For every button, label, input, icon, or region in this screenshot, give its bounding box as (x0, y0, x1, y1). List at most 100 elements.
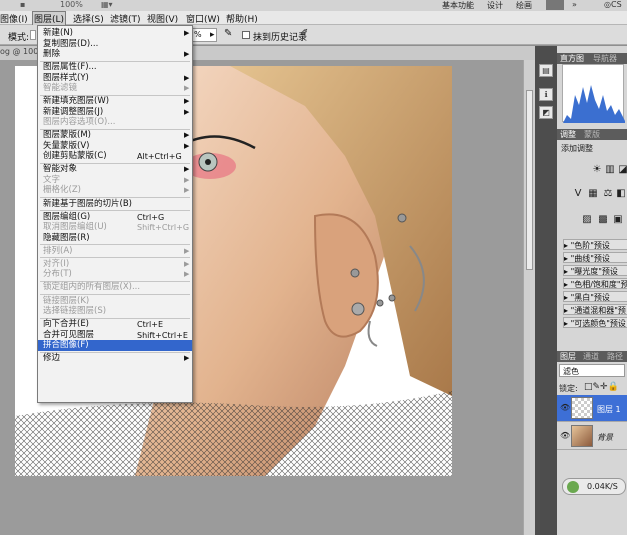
layer-menu-item[interactable]: 图层编组(G) Ctrl+G (38, 212, 192, 223)
zoom-dropdown[interactable]: 100% (60, 0, 83, 9)
layer-menu-item[interactable]: 取消图层编组(U) Shift+Ctrl+G (38, 222, 192, 233)
layer-menu-item[interactable]: 拼合图像(F) (38, 340, 192, 352)
layer-menu-dropdown: 新建(N) ▶ 复制图层(D)... 删除 ▶ 图层属性(F)... 图层样式(Y) ▶ 智能滤… (37, 25, 193, 403)
menu-item-label: 栅格化(Z) (43, 185, 81, 196)
layer-menu-item[interactable]: 修边 ▶ (38, 353, 192, 364)
layer-menu-item[interactable]: 锁定组内的所有图层(X)... (38, 282, 192, 293)
layer-menu-item[interactable]: 链接图层(K) (38, 296, 192, 307)
layer-menu-item[interactable]: 图层蒙版(M) ▶ (38, 130, 192, 141)
preset-channel-mixer[interactable]: ▸ "通道混和器"预 (563, 304, 627, 315)
histogram-panel-icon[interactable]: ▤ (539, 64, 553, 77)
erase-history-checkbox[interactable] (242, 31, 250, 39)
menu-view[interactable]: 视图(V) (147, 12, 178, 25)
menu-item-label: 图层样式(Y) (43, 72, 89, 83)
tab-channels[interactable]: 通道 (583, 351, 599, 362)
color-balance-icon[interactable]: ⚖ (602, 188, 614, 200)
workspace-design[interactable]: 设计 (487, 0, 503, 11)
layer-row-background[interactable]: 👁 背景 (557, 423, 627, 450)
workspace-more-button[interactable] (546, 0, 564, 10)
eye-icon[interactable]: 👁 (560, 403, 570, 413)
tab-paths[interactable]: 路径 (607, 351, 623, 362)
menu-select[interactable]: 选择(S) (73, 12, 104, 25)
layers-tab-bar: 图层 通道 路径 (557, 351, 627, 362)
eye-icon[interactable]: 👁 (560, 431, 570, 441)
layer-menu-item[interactable]: 删除 ▶ (38, 49, 192, 60)
menu-item-label: 隐藏图层(R) (43, 232, 90, 243)
layer-menu-item[interactable]: 向下合并(E) Ctrl+E (38, 319, 192, 330)
layer-menu-item[interactable]: 新建填充图层(W) ▶ (38, 96, 192, 107)
layer-thumbnail (571, 397, 593, 419)
preset-levels[interactable]: ▸ "色阶"预设 (563, 239, 627, 250)
layer-menu-item[interactable]: 排列(A) ▶ (38, 246, 192, 257)
dropdown-arrow-icon[interactable]: ▸ (210, 30, 215, 40)
gradient-map-icon[interactable]: ▣ (612, 214, 624, 226)
workspace-painting[interactable]: 绘画 (516, 0, 532, 11)
layer-menu-item[interactable]: 复制图层(D)... (38, 39, 192, 50)
photo-filter-icon[interactable]: ▨ (581, 214, 593, 226)
layer-menu-item[interactable]: 选择链接图层(S) (38, 306, 192, 317)
menu-help[interactable]: 帮助(H) (226, 12, 258, 25)
vibrance-icon[interactable]: V (572, 188, 584, 200)
blend-mode-select[interactable]: 滤色 (559, 364, 625, 377)
menu-item-shortcut: Ctrl+G (137, 212, 165, 222)
tab-navigator[interactable]: 导航器 (593, 53, 617, 64)
layer-menu-item[interactable]: 智能滤镜 ▶ (38, 83, 192, 94)
layer-menu-item[interactable]: 图层样式(Y) ▶ (38, 73, 192, 84)
expand-icon[interactable]: » (572, 0, 577, 9)
menu-layer[interactable]: 图层(L) (32, 11, 67, 26)
airbrush-icon[interactable]: ✎ (224, 28, 232, 39)
layer-menu-item[interactable]: 合并可见图层 Shift+Ctrl+E (38, 330, 192, 341)
menu-filter[interactable]: 滤镜(T) (110, 12, 141, 25)
brightness-icon[interactable]: ☀ (591, 164, 603, 176)
menu-image[interactable]: 图像(I) (0, 12, 28, 25)
arrange-docs-icon[interactable]: ▦▾ (101, 0, 113, 9)
menu-item-label: 选择链接图层(S) (43, 306, 107, 316)
preset-curves[interactable]: ▸ "曲线"预设 (563, 252, 627, 263)
mode-select[interactable] (30, 30, 36, 40)
layer-menu-item[interactable]: 新建基于图层的切片(B) (38, 199, 192, 210)
layer-menu-item[interactable]: 创建剪贴蒙版(C) Alt+Ctrl+G (38, 151, 192, 162)
submenu-arrow-icon: ▶ (184, 246, 190, 255)
layer-menu-item[interactable]: 隐藏图层(R) (38, 233, 192, 244)
add-adjustment-label: 添加调整 (561, 144, 593, 153)
layer-menu-item[interactable]: 智能对象 ▶ (38, 164, 192, 175)
channel-mixer-icon[interactable]: ▩ (597, 214, 609, 226)
preset-hue-saturation[interactable]: ▸ "色相/饱和度"预 (563, 278, 627, 289)
menu-item-label: 分布(T) (43, 269, 72, 280)
layer-menu-item[interactable]: 图层属性(F)... (38, 62, 192, 73)
info-panel-icon[interactable]: ℹ (539, 88, 553, 101)
cs-live-icon[interactable]: ◎CS (604, 0, 622, 9)
tablet-pressure-icon[interactable]: ✐ (300, 28, 308, 39)
menu-item-label: 修边 (43, 353, 61, 364)
layer-menu-item[interactable]: 图层内容选项(O)... (38, 117, 192, 128)
layer-menu-item[interactable]: 分布(T) ▶ (38, 269, 192, 280)
preset-black-white[interactable]: ▸ "黑白"预设 (563, 291, 627, 302)
submenu-arrow-icon: ▶ (184, 29, 190, 37)
layer-menu-item[interactable]: 栅格化(Z) ▶ (38, 185, 192, 196)
color-panel-icon[interactable]: ◩ (539, 106, 553, 119)
preset-exposure[interactable]: ▸ "曝光度"预设 (563, 265, 627, 276)
tab-masks[interactable]: 蒙版 (584, 129, 600, 140)
menu-window[interactable]: 窗口(W) (186, 12, 220, 25)
submenu-arrow-icon: ▶ (184, 131, 190, 140)
scrollbar-thumb[interactable] (526, 90, 533, 270)
preset-black-white-label: "黑白"预设 (570, 293, 610, 302)
black-white-icon[interactable]: ◧ (615, 188, 627, 200)
lock-icons[interactable]: □✎✛🔒 (584, 382, 619, 392)
workspace-essentials[interactable]: 基本功能 (442, 0, 474, 11)
tab-histogram[interactable]: 直方图 (560, 53, 584, 64)
tab-adjustments[interactable]: 调整 (560, 129, 576, 140)
preset-selective-color[interactable]: ▸ "可选颜色"预设 (563, 317, 627, 328)
curves-icon[interactable]: ◪ (617, 164, 627, 176)
hue-saturation-icon[interactable]: ▦ (587, 188, 599, 200)
menu-item-label: 取消图层编组(U) (43, 222, 107, 233)
menu-item-label: 链接图层(K) (43, 295, 90, 306)
vertical-scrollbar[interactable] (523, 60, 535, 535)
layer-thumbnail (571, 425, 593, 447)
layer-menu-item[interactable]: 新建(N) ▶ (38, 28, 192, 39)
layer-row-layer1[interactable]: 👁 图层 1 (557, 395, 627, 422)
document-tab[interactable]: og @ 100 (0, 47, 38, 56)
levels-icon[interactable]: ▥ (604, 164, 616, 176)
tab-layers[interactable]: 图层 (560, 351, 576, 362)
menu-item-label: 拼合图像(F) (43, 340, 89, 351)
